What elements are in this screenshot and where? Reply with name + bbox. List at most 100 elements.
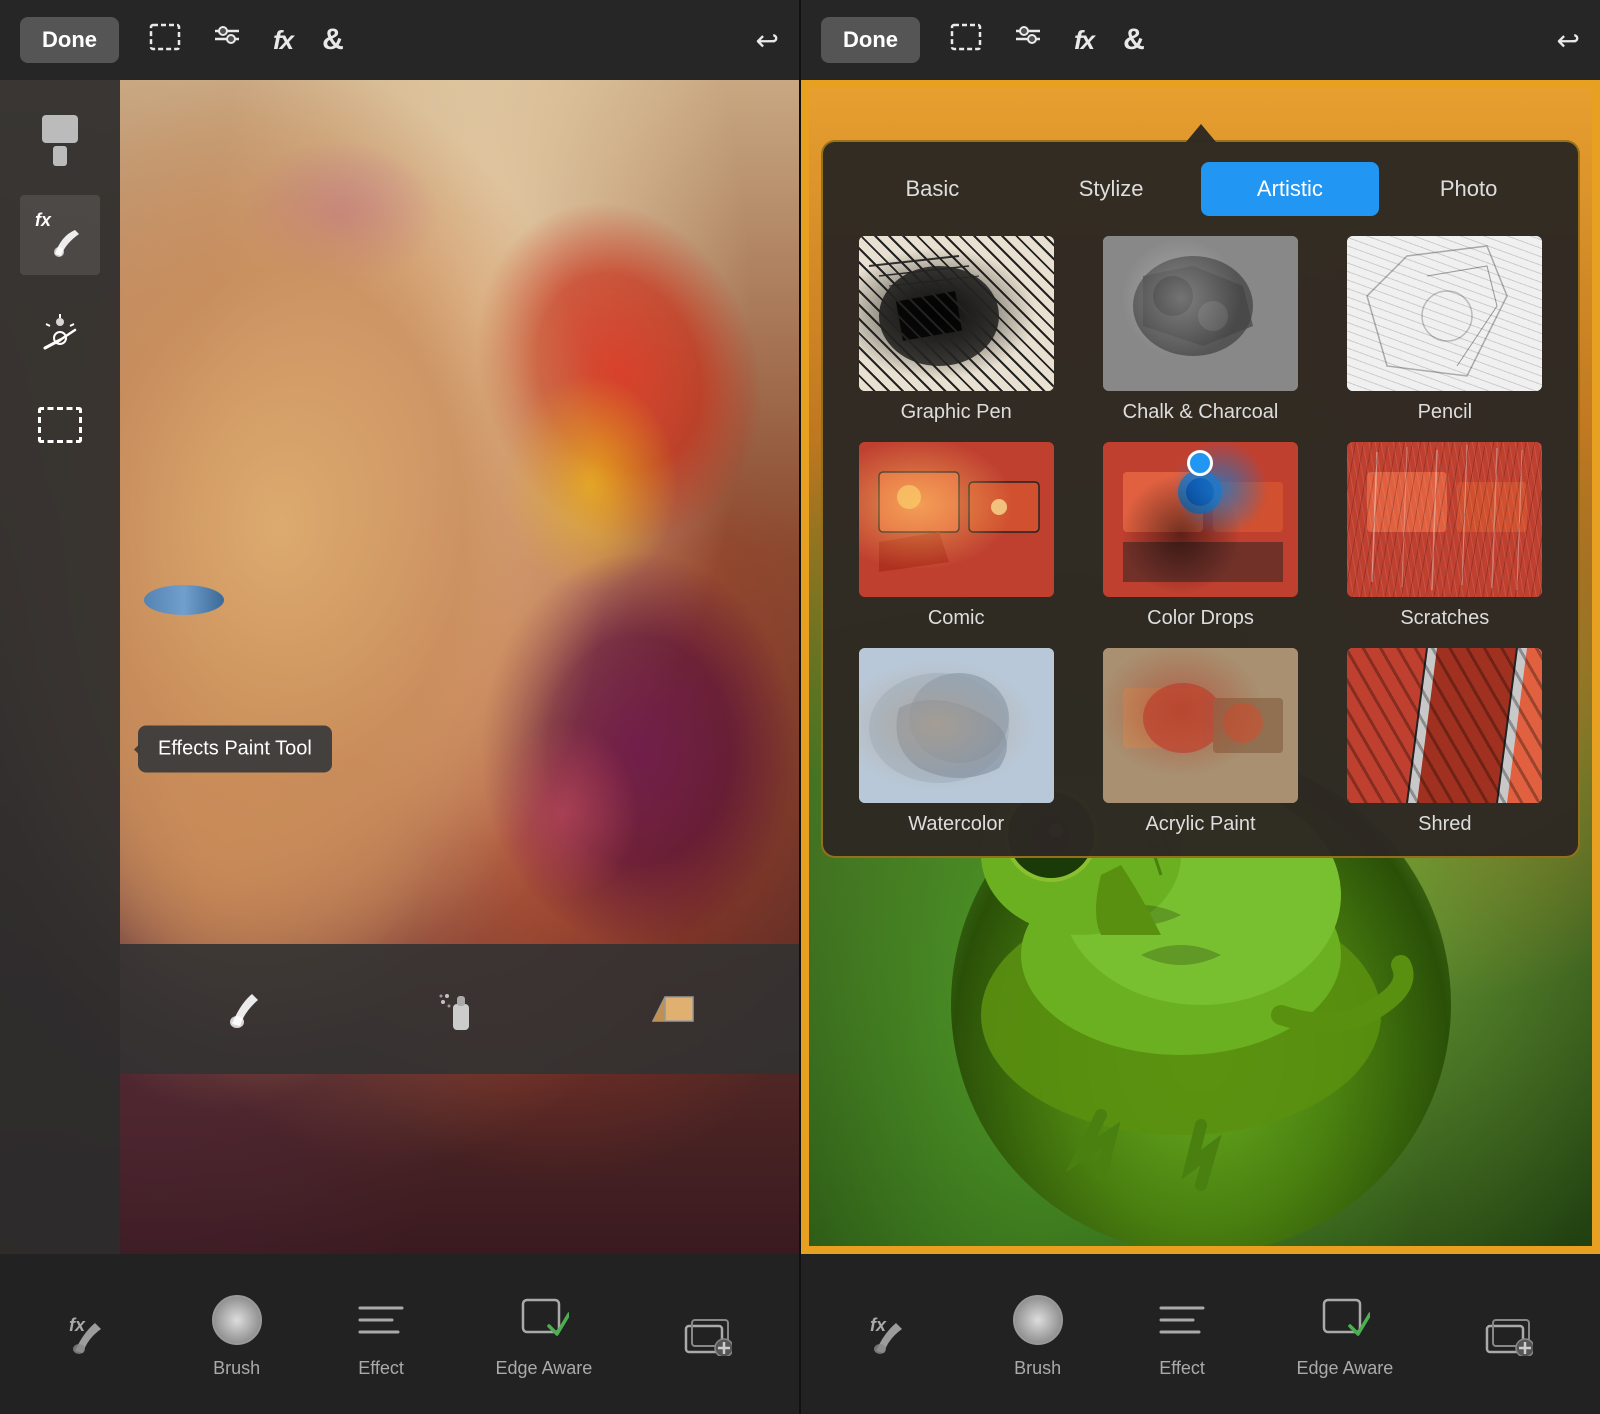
left-bottom-layers[interactable] xyxy=(677,1304,737,1364)
filter-label-color-drops: Color Drops xyxy=(1147,607,1254,630)
filter-shred[interactable]: Shred xyxy=(1332,648,1558,836)
right-layers-icon xyxy=(1478,1304,1538,1364)
fx-brush-icon: fx xyxy=(35,210,85,260)
filter-label-chalk: Chalk & Charcoal xyxy=(1123,401,1279,424)
right-done-button[interactable]: Done xyxy=(821,17,920,63)
left-selection-icon[interactable] xyxy=(149,23,181,58)
right-selection-icon[interactable] xyxy=(950,23,982,58)
fx-brush-tool[interactable]: fx xyxy=(20,195,100,275)
color-drops-selected-dot xyxy=(1187,450,1213,476)
filter-label-acrylic: Acrylic Paint xyxy=(1145,813,1255,836)
filter-thumb-shred xyxy=(1347,648,1542,803)
filter-thumb-comic xyxy=(859,442,1054,597)
left-undo-icon[interactable]: ↩ xyxy=(756,24,779,57)
tab-photo[interactable]: Photo xyxy=(1379,162,1558,216)
right-undo-icon[interactable]: ↩ xyxy=(1557,24,1580,57)
right-edgeaware-label: Edge Aware xyxy=(1297,1358,1394,1379)
right-fxpaint-icon: fx xyxy=(863,1304,923,1364)
left-image-area: fx xyxy=(0,80,799,1254)
right-bottom-edgeaware[interactable]: Edge Aware xyxy=(1297,1290,1394,1379)
right-topbar: Done fx & ↩ xyxy=(801,0,1600,80)
left-bottom-toolbar: fx Brush Effect xyxy=(0,1254,799,1414)
filter-overlay-panel: Basic Stylize Artistic Photo xyxy=(821,140,1580,858)
filter-pencil[interactable]: Pencil xyxy=(1332,236,1558,424)
left-blend-icon[interactable]: & xyxy=(322,23,344,57)
left-bottom-effect[interactable]: Effect xyxy=(351,1290,411,1379)
brush-subtool[interactable] xyxy=(212,974,282,1044)
fxpaint-icon: fx xyxy=(62,1304,122,1364)
filter-tabs: Basic Stylize Artistic Photo xyxy=(843,162,1558,216)
fx-label: fx xyxy=(35,210,51,231)
right-adjust-icon[interactable] xyxy=(1012,23,1044,58)
filter-thumb-pencil xyxy=(1347,236,1542,391)
left-bottom-edgeaware[interactable]: Edge Aware xyxy=(496,1290,593,1379)
filter-thumb-scratches xyxy=(1347,442,1542,597)
eye-highlight xyxy=(144,585,224,615)
edgeaware-icon xyxy=(514,1290,574,1350)
svg-text:fx: fx xyxy=(870,1315,887,1335)
left-bottom-brush[interactable]: Brush xyxy=(207,1290,267,1379)
filter-label-pencil: Pencil xyxy=(1418,401,1472,424)
filter-label-shred: Shred xyxy=(1418,813,1471,836)
brush-icon xyxy=(207,1290,267,1350)
left-bottom-fxpaint[interactable]: fx xyxy=(62,1304,122,1364)
filter-label-comic: Comic xyxy=(928,607,985,630)
filter-grid: Graphic Pen Chalk & Charcoal xyxy=(843,236,1558,836)
spray-subtool[interactable] xyxy=(425,974,495,1044)
right-brush-label: Brush xyxy=(1014,1358,1061,1379)
selection-tool[interactable] xyxy=(20,385,100,465)
filter-graphic-pen[interactable]: Graphic Pen xyxy=(843,236,1069,424)
eraser-subtool[interactable] xyxy=(638,974,708,1044)
right-bottom-fxpaint[interactable]: fx xyxy=(863,1304,923,1364)
tab-stylize[interactable]: Stylize xyxy=(1022,162,1201,216)
left-done-button[interactable]: Done xyxy=(20,17,119,63)
effect-icon xyxy=(351,1290,411,1350)
filter-thumb-color-drops xyxy=(1103,442,1298,597)
left-fx-icon[interactable]: fx xyxy=(273,25,292,56)
stamp-head xyxy=(42,115,78,143)
left-topbar: Done fx & ↩ xyxy=(0,0,799,80)
filter-label-watercolor: Watercolor xyxy=(908,813,1004,836)
effects-paint-tooltip: Effects Paint Tool xyxy=(138,726,332,773)
filter-acrylic-paint[interactable]: Acrylic Paint xyxy=(1087,648,1313,836)
select-rect xyxy=(38,407,82,443)
filter-scratches[interactable]: Scratches xyxy=(1332,442,1558,630)
filter-color-drops[interactable]: Color Drops xyxy=(1087,442,1313,630)
right-edgeaware-icon xyxy=(1315,1290,1375,1350)
left-adjust-icon[interactable] xyxy=(211,23,243,58)
wand-icon xyxy=(35,305,85,355)
right-bottom-toolbar: fx Brush Effect xyxy=(801,1254,1600,1414)
stamp-shape xyxy=(42,115,78,166)
right-panel: Done fx & ↩ xyxy=(801,0,1600,1414)
right-fx-icon[interactable]: fx xyxy=(1074,25,1093,56)
stamp-icon xyxy=(35,115,85,165)
stamp-handle xyxy=(53,146,67,166)
filter-thumb-color-drops-wrap xyxy=(1103,442,1298,597)
right-brush-icon xyxy=(1008,1290,1068,1350)
sub-tools-row xyxy=(120,944,799,1074)
filter-chalk-charcoal[interactable]: Chalk & Charcoal xyxy=(1087,236,1313,424)
fx-brush-shape: fx xyxy=(35,210,85,260)
filter-thumb-acrylic xyxy=(1103,648,1298,803)
filter-watercolor[interactable]: Watercolor xyxy=(843,648,1069,836)
right-image-area: Basic Stylize Artistic Photo xyxy=(801,80,1600,1254)
tab-basic[interactable]: Basic xyxy=(843,162,1022,216)
effect-label: Effect xyxy=(358,1358,404,1379)
selection-icon xyxy=(35,400,85,450)
right-blend-icon[interactable]: & xyxy=(1123,23,1145,57)
right-bottom-layers[interactable] xyxy=(1478,1304,1538,1364)
filter-label-graphic-pen: Graphic Pen xyxy=(901,401,1012,424)
tab-artistic[interactable]: Artistic xyxy=(1201,162,1380,216)
left-panel: Done fx & ↩ xyxy=(0,0,799,1414)
stamp-tool[interactable] xyxy=(20,100,100,180)
filter-thumb-watercolor xyxy=(859,648,1054,803)
wand-tool[interactable] xyxy=(20,290,100,370)
filter-thumb-graphic-pen xyxy=(859,236,1054,391)
right-bottom-brush[interactable]: Brush xyxy=(1008,1290,1068,1379)
right-bottom-effect[interactable]: Effect xyxy=(1152,1290,1212,1379)
brush-label: Brush xyxy=(213,1358,260,1379)
layers-icon xyxy=(677,1304,737,1364)
filter-comic[interactable]: Comic xyxy=(843,442,1069,630)
right-effect-label: Effect xyxy=(1159,1358,1205,1379)
tooltip-text: Effects Paint Tool xyxy=(158,738,312,760)
